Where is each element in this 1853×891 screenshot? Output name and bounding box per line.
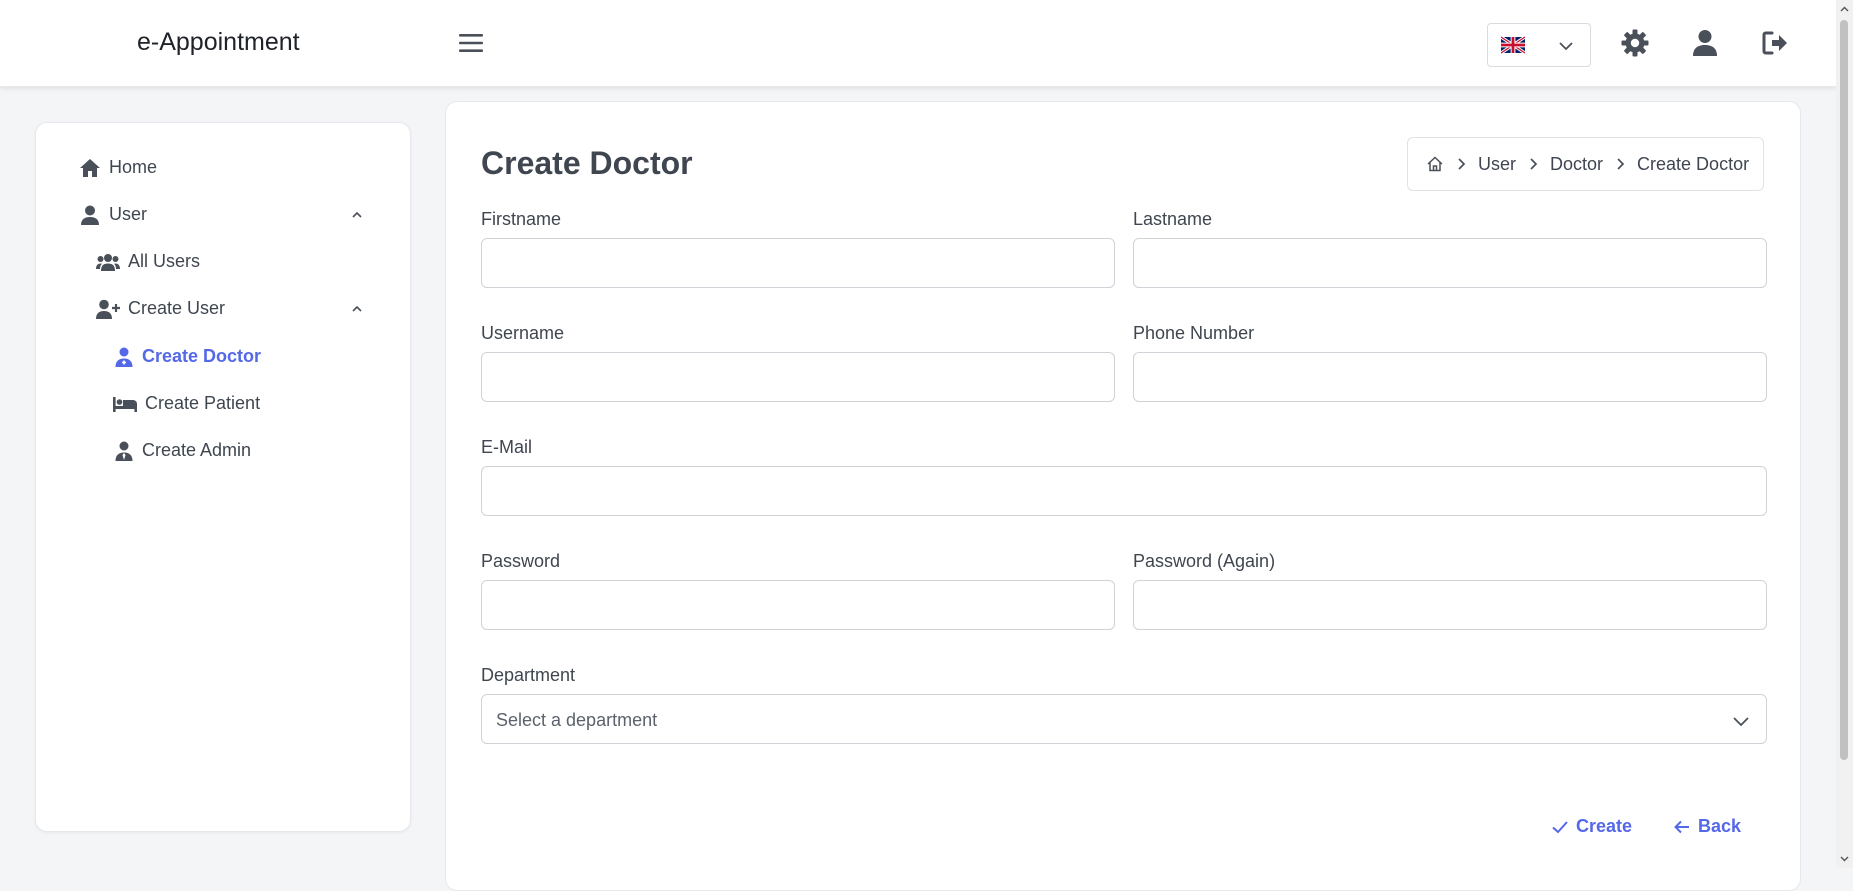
breadcrumb-create-doctor: Create Doctor [1637,153,1750,174]
uk-flag-icon [1501,36,1525,54]
breadcrumb: User Doctor Create Doctor [1407,137,1764,191]
scroll-up-icon[interactable] [1838,3,1851,16]
lastname-label: Lastname [1133,209,1213,229]
password-input[interactable] [481,580,1115,630]
email-label: E-Mail [481,437,533,457]
username-input[interactable] [481,352,1115,402]
back-button-label: Back [1698,816,1742,836]
chevron-down-icon [1559,42,1573,51]
phone-number-input[interactable] [1133,352,1767,402]
department-label: Department [481,665,576,685]
sidebar-item-label: Create User [128,298,226,318]
doctor-icon [115,347,133,367]
breadcrumb-user[interactable]: User [1478,154,1516,175]
create-button[interactable]: Create [1551,816,1632,837]
arrow-left-icon [1674,820,1689,833]
firstname-label: Firstname [481,209,562,229]
app-title: e-Appointment [137,28,300,56]
sidebar-item-label: User [109,204,148,224]
check-icon [1552,820,1568,833]
logout-icon[interactable] [1760,28,1790,58]
sidebar-item-label: All Users [128,251,201,271]
language-select[interactable] [1487,23,1591,67]
chevron-right-icon [1526,157,1540,171]
sidebar-item-create-doctor[interactable]: Create Doctor [114,346,261,367]
firstname-input[interactable] [481,238,1115,288]
password-again-label: Password (Again) [1133,551,1276,571]
user-plus-icon [96,299,120,319]
username-label: Username [481,323,565,343]
scrollbar-thumb[interactable] [1840,20,1848,760]
department-select[interactable]: Select a department [481,694,1767,744]
password-label: Password [481,551,561,571]
bed-icon [113,396,137,412]
phone-number-label: Phone Number [1133,323,1255,343]
home-icon[interactable] [1426,155,1444,173]
email-input[interactable] [481,466,1767,516]
sidebar-item-create-user[interactable]: Create User [96,298,225,319]
sidebar-item-label: Create Admin [142,440,252,460]
sidebar-item-user[interactable]: User [79,204,147,225]
back-button[interactable]: Back [1673,816,1741,837]
department-select-value: Select a department [496,710,658,730]
users-icon [96,253,120,271]
sidebar-item-home[interactable]: Home [79,157,157,178]
user-icon [81,205,99,225]
gear-icon[interactable] [1620,28,1650,58]
sidebar-item-create-admin[interactable]: Create Admin [114,440,251,461]
home-icon [80,158,100,177]
top-bar: e-Appointment [0,0,1836,87]
chevron-down-icon [1733,717,1749,727]
breadcrumb-doctor[interactable]: Doctor [1550,154,1603,175]
chevron-right-icon [1454,157,1468,171]
chevron-up-icon[interactable] [350,302,364,316]
create-button-label: Create [1576,816,1633,836]
chevron-right-icon [1613,157,1627,171]
chevron-up-icon[interactable] [350,208,364,222]
admin-icon [115,441,133,461]
sidebar-item-label: Create Doctor [142,346,262,366]
sidebar-item-label: Home [109,157,158,177]
sidebar [35,122,411,832]
lastname-input[interactable] [1133,238,1767,288]
sidebar-item-all-users[interactable]: All Users [96,251,200,272]
hamburger-icon[interactable] [458,30,484,56]
scroll-down-icon[interactable] [1838,852,1851,865]
page-title: Create Doctor [481,145,693,181]
user-icon[interactable] [1690,28,1720,58]
sidebar-item-create-patient[interactable]: Create Patient [113,393,260,414]
sidebar-item-label: Create Patient [145,393,261,413]
password-again-input[interactable] [1133,580,1767,630]
